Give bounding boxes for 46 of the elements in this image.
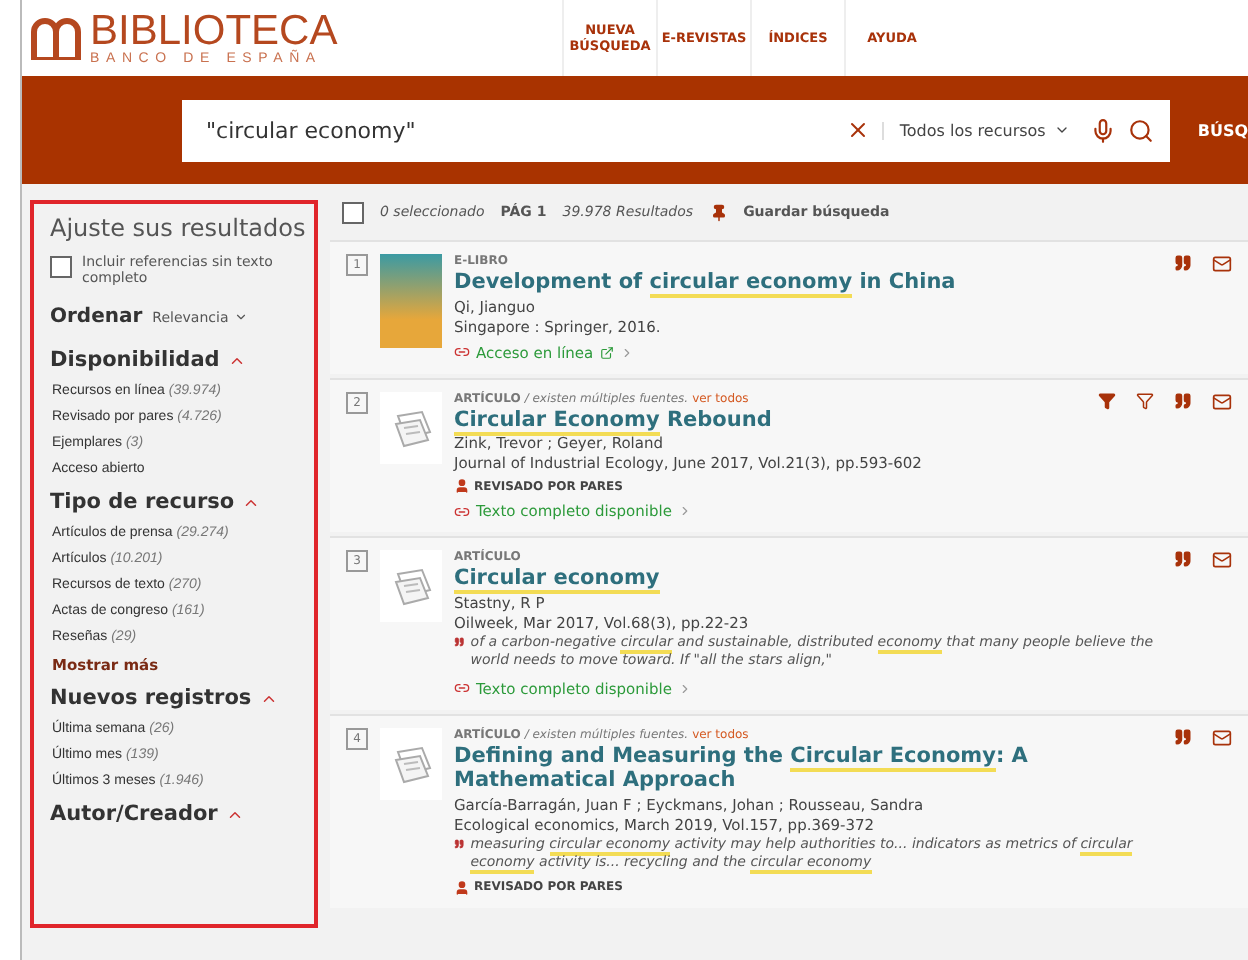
logo-title: BIBLIOTECA	[90, 10, 338, 52]
person-icon	[454, 879, 470, 896]
clear-icon	[845, 118, 870, 142]
link-icon	[454, 680, 470, 697]
pin-icon	[709, 203, 728, 221]
select-all-checkbox[interactable]	[342, 202, 364, 224]
book-cover-placeholder	[380, 254, 442, 348]
result-title[interactable]: Defining and Measuring the Circular Economy: A Mathematical Approach	[454, 743, 1162, 794]
microphone-icon	[1089, 117, 1116, 143]
link-icon	[454, 344, 470, 361]
person-icon	[454, 478, 470, 495]
facet-heading[interactable]: Disponibilidad	[50, 348, 246, 372]
sort-label: Ordenar	[50, 306, 143, 328]
document-thumbnail	[380, 550, 442, 623]
quote-icon[interactable]	[1174, 550, 1192, 569]
document-thumbnail	[380, 391, 442, 464]
scope-dropdown[interactable]: Todos los recursos	[881, 121, 1078, 139]
filter-icon[interactable]	[1098, 391, 1116, 410]
facet-heading[interactable]: Tipo de recurso	[50, 490, 261, 514]
email-icon[interactable]	[1212, 391, 1232, 412]
chevron-right-icon	[677, 681, 692, 696]
link-icon	[454, 503, 470, 520]
search-link[interactable]: BÚSQ	[1197, 121, 1248, 139]
logo-icon	[30, 16, 82, 60]
search-field[interactable]: "circular economy" Todos los recursos	[182, 99, 1170, 161]
chevron-right-icon	[677, 504, 692, 519]
quote-icon	[454, 835, 465, 852]
chevron-right-icon	[619, 345, 634, 360]
quote-icon[interactable]	[1174, 727, 1192, 746]
document-thumbnail	[380, 727, 442, 800]
quote-icon[interactable]	[1174, 254, 1192, 272]
filter-icon[interactable]	[1136, 391, 1154, 410]
result-title[interactable]: Circular economy	[454, 566, 1162, 592]
email-icon[interactable]	[1212, 254, 1232, 274]
search-icon	[1127, 117, 1154, 143]
facet-heading[interactable]: Autor/Creador	[50, 802, 244, 826]
caret-icon	[1053, 122, 1070, 138]
email-icon[interactable]	[1212, 727, 1232, 748]
email-icon[interactable]	[1212, 550, 1232, 571]
caret-icon	[234, 310, 249, 324]
result-title[interactable]: Circular Economy Rebound	[454, 407, 1086, 433]
result-title[interactable]: Development of circular economy in China	[454, 270, 1162, 296]
checkbox[interactable]	[50, 256, 72, 278]
quote-icon	[454, 633, 465, 650]
quote-icon[interactable]	[1174, 391, 1192, 410]
facet-heading[interactable]: Nuevos registros	[50, 686, 278, 710]
